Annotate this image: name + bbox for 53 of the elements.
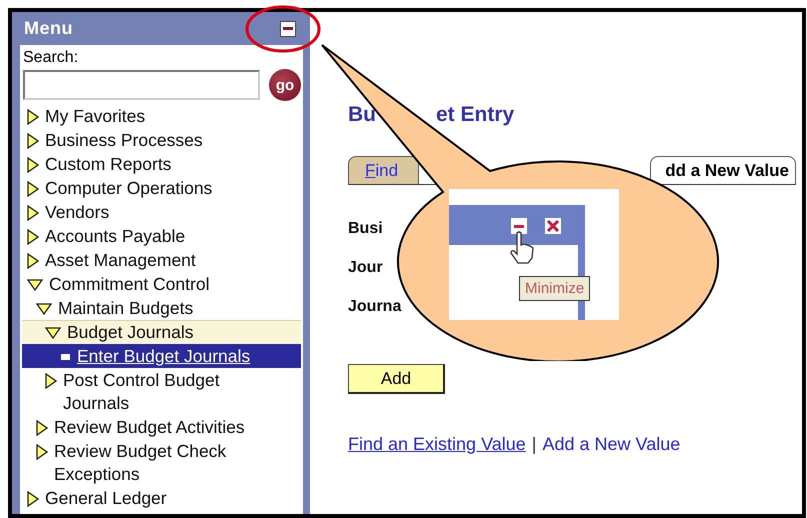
hand-cursor-icon [509, 231, 535, 265]
page-link[interactable]: Add a New Value [542, 434, 680, 455]
minimize-tooltip: Minimize [519, 276, 590, 301]
menu-item[interactable]: Review Budget Activities [54, 416, 265, 439]
highlighted-menu-row[interactable]: Budget Journals [22, 320, 301, 344]
collapsed-arrow-icon[interactable] [27, 205, 39, 221]
selected-menu-row[interactable]: Enter Budget Journals [22, 344, 301, 368]
close-icon [545, 218, 561, 234]
menu-item[interactable]: Accounts Payable [45, 225, 206, 248]
collapsed-arrow-icon[interactable] [36, 444, 48, 460]
tab[interactable]: dd a New Value [650, 156, 796, 184]
add-button[interactable]: Add [348, 364, 445, 394]
menu-item[interactable]: Commitment Control [49, 273, 230, 296]
menu-item[interactable]: Custom Reports [45, 153, 192, 176]
tab[interactable]: Find [348, 156, 420, 184]
collapsed-arrow-icon[interactable] [27, 157, 39, 173]
collapsed-arrow-icon[interactable] [27, 109, 39, 125]
field-label: Jour [348, 259, 383, 278]
menu-item[interactable]: Maintain Budgets [58, 297, 214, 320]
menu-item[interactable]: My Favorites [45, 105, 166, 128]
search-field[interactable] [23, 70, 260, 100]
menu-title: Menu [24, 18, 73, 39]
collapsed-arrow-icon[interactable] [36, 420, 48, 436]
page-title: Bu [348, 103, 376, 127]
page-title: et Entry [436, 103, 514, 127]
menu-item[interactable]: Enter Budget Journals [77, 345, 270, 368]
collapsed-arrow-icon[interactable] [27, 229, 39, 245]
expanded-arrow-icon[interactable] [36, 303, 52, 315]
menu-item[interactable]: Review Budget Check Exceptions [54, 440, 301, 486]
menu-item[interactable]: Post Control Budget Journals [63, 369, 301, 415]
search-label: Search: [22, 48, 80, 68]
page-link[interactable]: Find an Existing Value [348, 434, 526, 455]
bullet-icon [61, 354, 70, 360]
menu-item[interactable]: Vendors [45, 201, 130, 224]
menu-item[interactable]: Budget Journals [67, 321, 214, 344]
minus-icon [283, 27, 293, 30]
menu-item[interactable]: Computer Operations [45, 177, 232, 200]
collapsed-arrow-icon[interactable] [27, 133, 39, 149]
menu-item[interactable]: Business Processes [45, 129, 223, 152]
expanded-arrow-icon[interactable] [27, 279, 43, 291]
collapsed-arrow-icon[interactable] [27, 181, 39, 197]
menu-item[interactable]: General Ledger [45, 487, 187, 510]
link-separator: | [532, 434, 536, 455]
expanded-arrow-icon[interactable] [45, 327, 61, 339]
go-button[interactable]: go [269, 69, 301, 101]
field-label: Journa [348, 298, 402, 317]
collapsed-arrow-icon[interactable] [45, 373, 57, 389]
collapsed-arrow-icon[interactable] [27, 253, 39, 269]
minimize-icon [511, 218, 527, 234]
collapsed-arrow-icon[interactable] [27, 491, 39, 507]
menu-item[interactable]: Asset Management [45, 249, 216, 272]
minimize-button[interactable] [280, 20, 296, 36]
field-label: Busi [348, 220, 383, 239]
